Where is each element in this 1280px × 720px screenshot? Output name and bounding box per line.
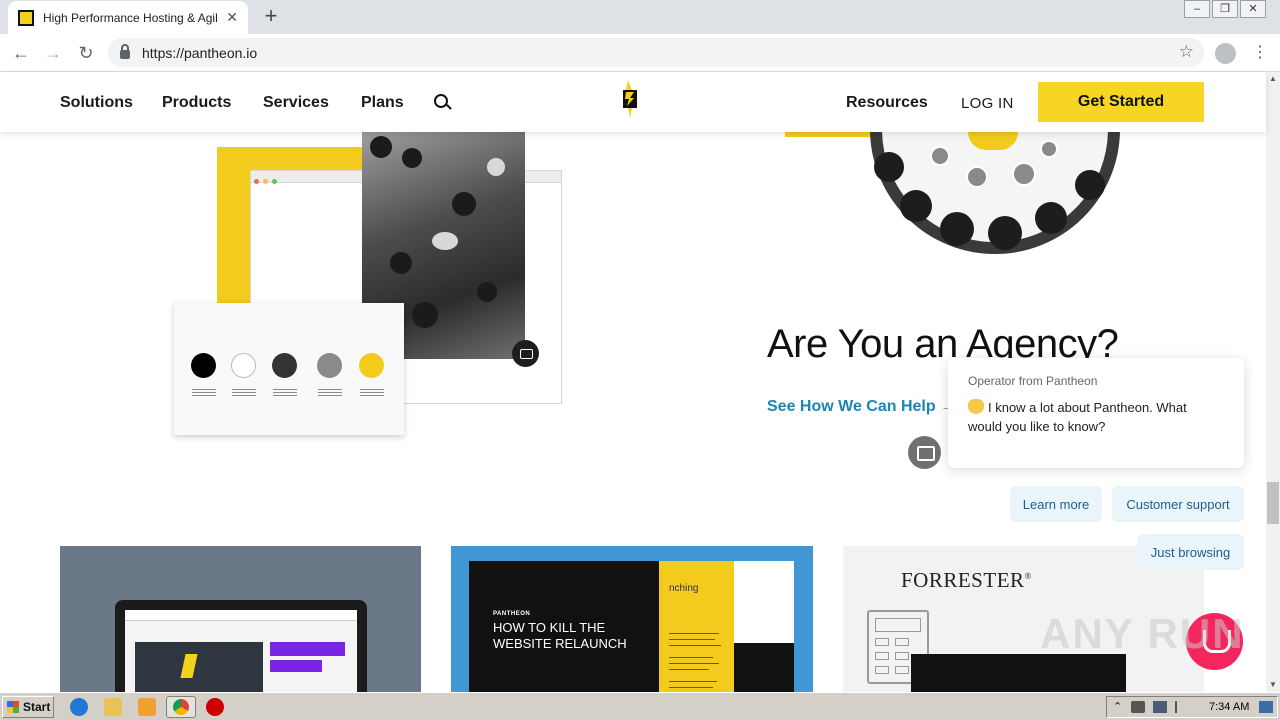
camera-icon — [512, 340, 539, 367]
back-button[interactable]: ← — [8, 40, 34, 66]
ebook-brand: PANTHEON — [493, 611, 531, 617]
taskbar-clock: 7:34 AM — [1209, 701, 1250, 713]
pantheon-favicon-icon — [18, 9, 34, 26]
ebook-cover: PANTHEON HOW TO KILL THE WEBSITE RELAUNC… — [469, 561, 794, 692]
page-scrollbar[interactable]: ▲ ▼ — [1266, 72, 1280, 692]
scroll-thumb[interactable] — [1267, 482, 1279, 524]
swatch-dark-gray — [272, 353, 297, 378]
tab-title: High Performance Hosting & Agile W — [43, 10, 218, 25]
bookmark-star-icon[interactable]: ☆ — [1179, 42, 1194, 62]
reload-button[interactable]: ↻ — [73, 40, 99, 66]
get-started-button[interactable]: Get Started — [1038, 82, 1204, 122]
tray-expand-icon[interactable]: ⌃ — [1113, 700, 1122, 713]
browser-tabstrip: High Performance Hosting & Agile W ✕ + –… — [0, 0, 1280, 34]
network-icon[interactable] — [1153, 701, 1167, 713]
address-bar[interactable]: https://pantheon.io ☆ — [108, 38, 1204, 67]
swatch-white — [231, 353, 256, 378]
ebook-tag: nching — [669, 583, 699, 594]
scroll-up-icon[interactable]: ▲ — [1266, 72, 1280, 86]
pantheon-logo-icon[interactable] — [620, 80, 640, 120]
volume-icon[interactable] — [1131, 701, 1145, 713]
nav-plans[interactable]: Plans — [361, 94, 404, 112]
maximize-button[interactable]: ❐ — [1212, 0, 1238, 18]
scroll-down-icon[interactable]: ▼ — [1266, 678, 1280, 692]
color-palette-card — [174, 303, 404, 435]
folder-icon[interactable] — [104, 698, 122, 716]
browser-toolbar: ← → ↻ https://pantheon.io ☆ ⋮ — [0, 34, 1280, 72]
swatch-yellow — [359, 353, 384, 378]
profile-avatar-icon[interactable] — [1215, 43, 1236, 64]
media-player-icon[interactable] — [138, 698, 156, 716]
card-laptop[interactable] — [60, 546, 421, 692]
nav-resources[interactable]: Resources — [846, 94, 928, 112]
lock-icon — [120, 44, 130, 59]
swatch-gray — [317, 353, 342, 378]
windows-taskbar: Start ⌃ 7:34 AM — [0, 692, 1280, 720]
close-window-button[interactable]: ✕ — [1240, 0, 1266, 18]
anyrun-watermark: ANY RUN — [1040, 610, 1245, 657]
site-header: Solutions Products Services Plans Resour… — [0, 72, 1266, 132]
forrester-logo: FORRESTER® — [901, 568, 1032, 592]
search-icon[interactable] — [434, 94, 448, 108]
url-text: https://pantheon.io — [142, 44, 258, 61]
laptop-illustration — [115, 600, 367, 692]
see-how-we-can-help-link[interactable]: See How We Can Help → — [767, 398, 956, 416]
opera-icon[interactable] — [206, 698, 224, 716]
tei-block — [911, 654, 1126, 692]
nav-services[interactable]: Services — [263, 94, 329, 112]
chat-message-card: Operator from Pantheon I know a lot abou… — [948, 358, 1244, 468]
chrome-taskbar-button[interactable] — [166, 696, 196, 718]
windows-flag-icon — [7, 701, 19, 713]
swatch-black — [191, 353, 216, 378]
minimize-button[interactable]: – — [1184, 0, 1210, 18]
show-desktop-icon[interactable] — [1259, 701, 1273, 713]
mockup-dots — [251, 171, 278, 188]
forward-button[interactable]: → — [40, 40, 66, 66]
system-tray: ⌃ — [1106, 696, 1278, 718]
browser-menu-icon[interactable]: ⋮ — [1252, 42, 1268, 62]
browser-tab[interactable]: High Performance Hosting & Agile W ✕ — [8, 1, 248, 34]
nav-products[interactable]: Products — [162, 94, 231, 112]
tab-close-icon[interactable]: ✕ — [226, 9, 238, 26]
window-controls: – ❐ ✕ — [1182, 0, 1266, 20]
chat-operator-label: Operator from Pantheon — [968, 374, 1098, 388]
chat-option-learn-more[interactable]: Learn more — [1010, 486, 1102, 522]
chat-option-customer-support[interactable]: Customer support — [1112, 486, 1244, 522]
start-button[interactable]: Start — [2, 696, 54, 718]
people-around-table-image — [870, 132, 1120, 254]
chat-operator-avatar-icon — [908, 436, 941, 469]
new-tab-button[interactable]: + — [258, 4, 284, 30]
ie-icon[interactable] — [70, 698, 88, 716]
login-link[interactable]: LOG IN — [961, 95, 1014, 112]
wave-hand-icon — [968, 399, 984, 414]
ebook-heading: HOW TO KILL THE WEBSITE RELAUNCH — [493, 620, 627, 651]
card-ebook[interactable]: PANTHEON HOW TO KILL THE WEBSITE RELAUNC… — [451, 546, 813, 692]
chat-message: I know a lot about Pantheon. What would … — [968, 399, 1187, 434]
yellow-accent-bar — [785, 132, 875, 137]
nav-solutions[interactable]: Solutions — [60, 94, 133, 112]
flag-icon[interactable] — [1175, 701, 1185, 713]
chat-option-just-browsing[interactable]: Just browsing — [1137, 534, 1244, 570]
